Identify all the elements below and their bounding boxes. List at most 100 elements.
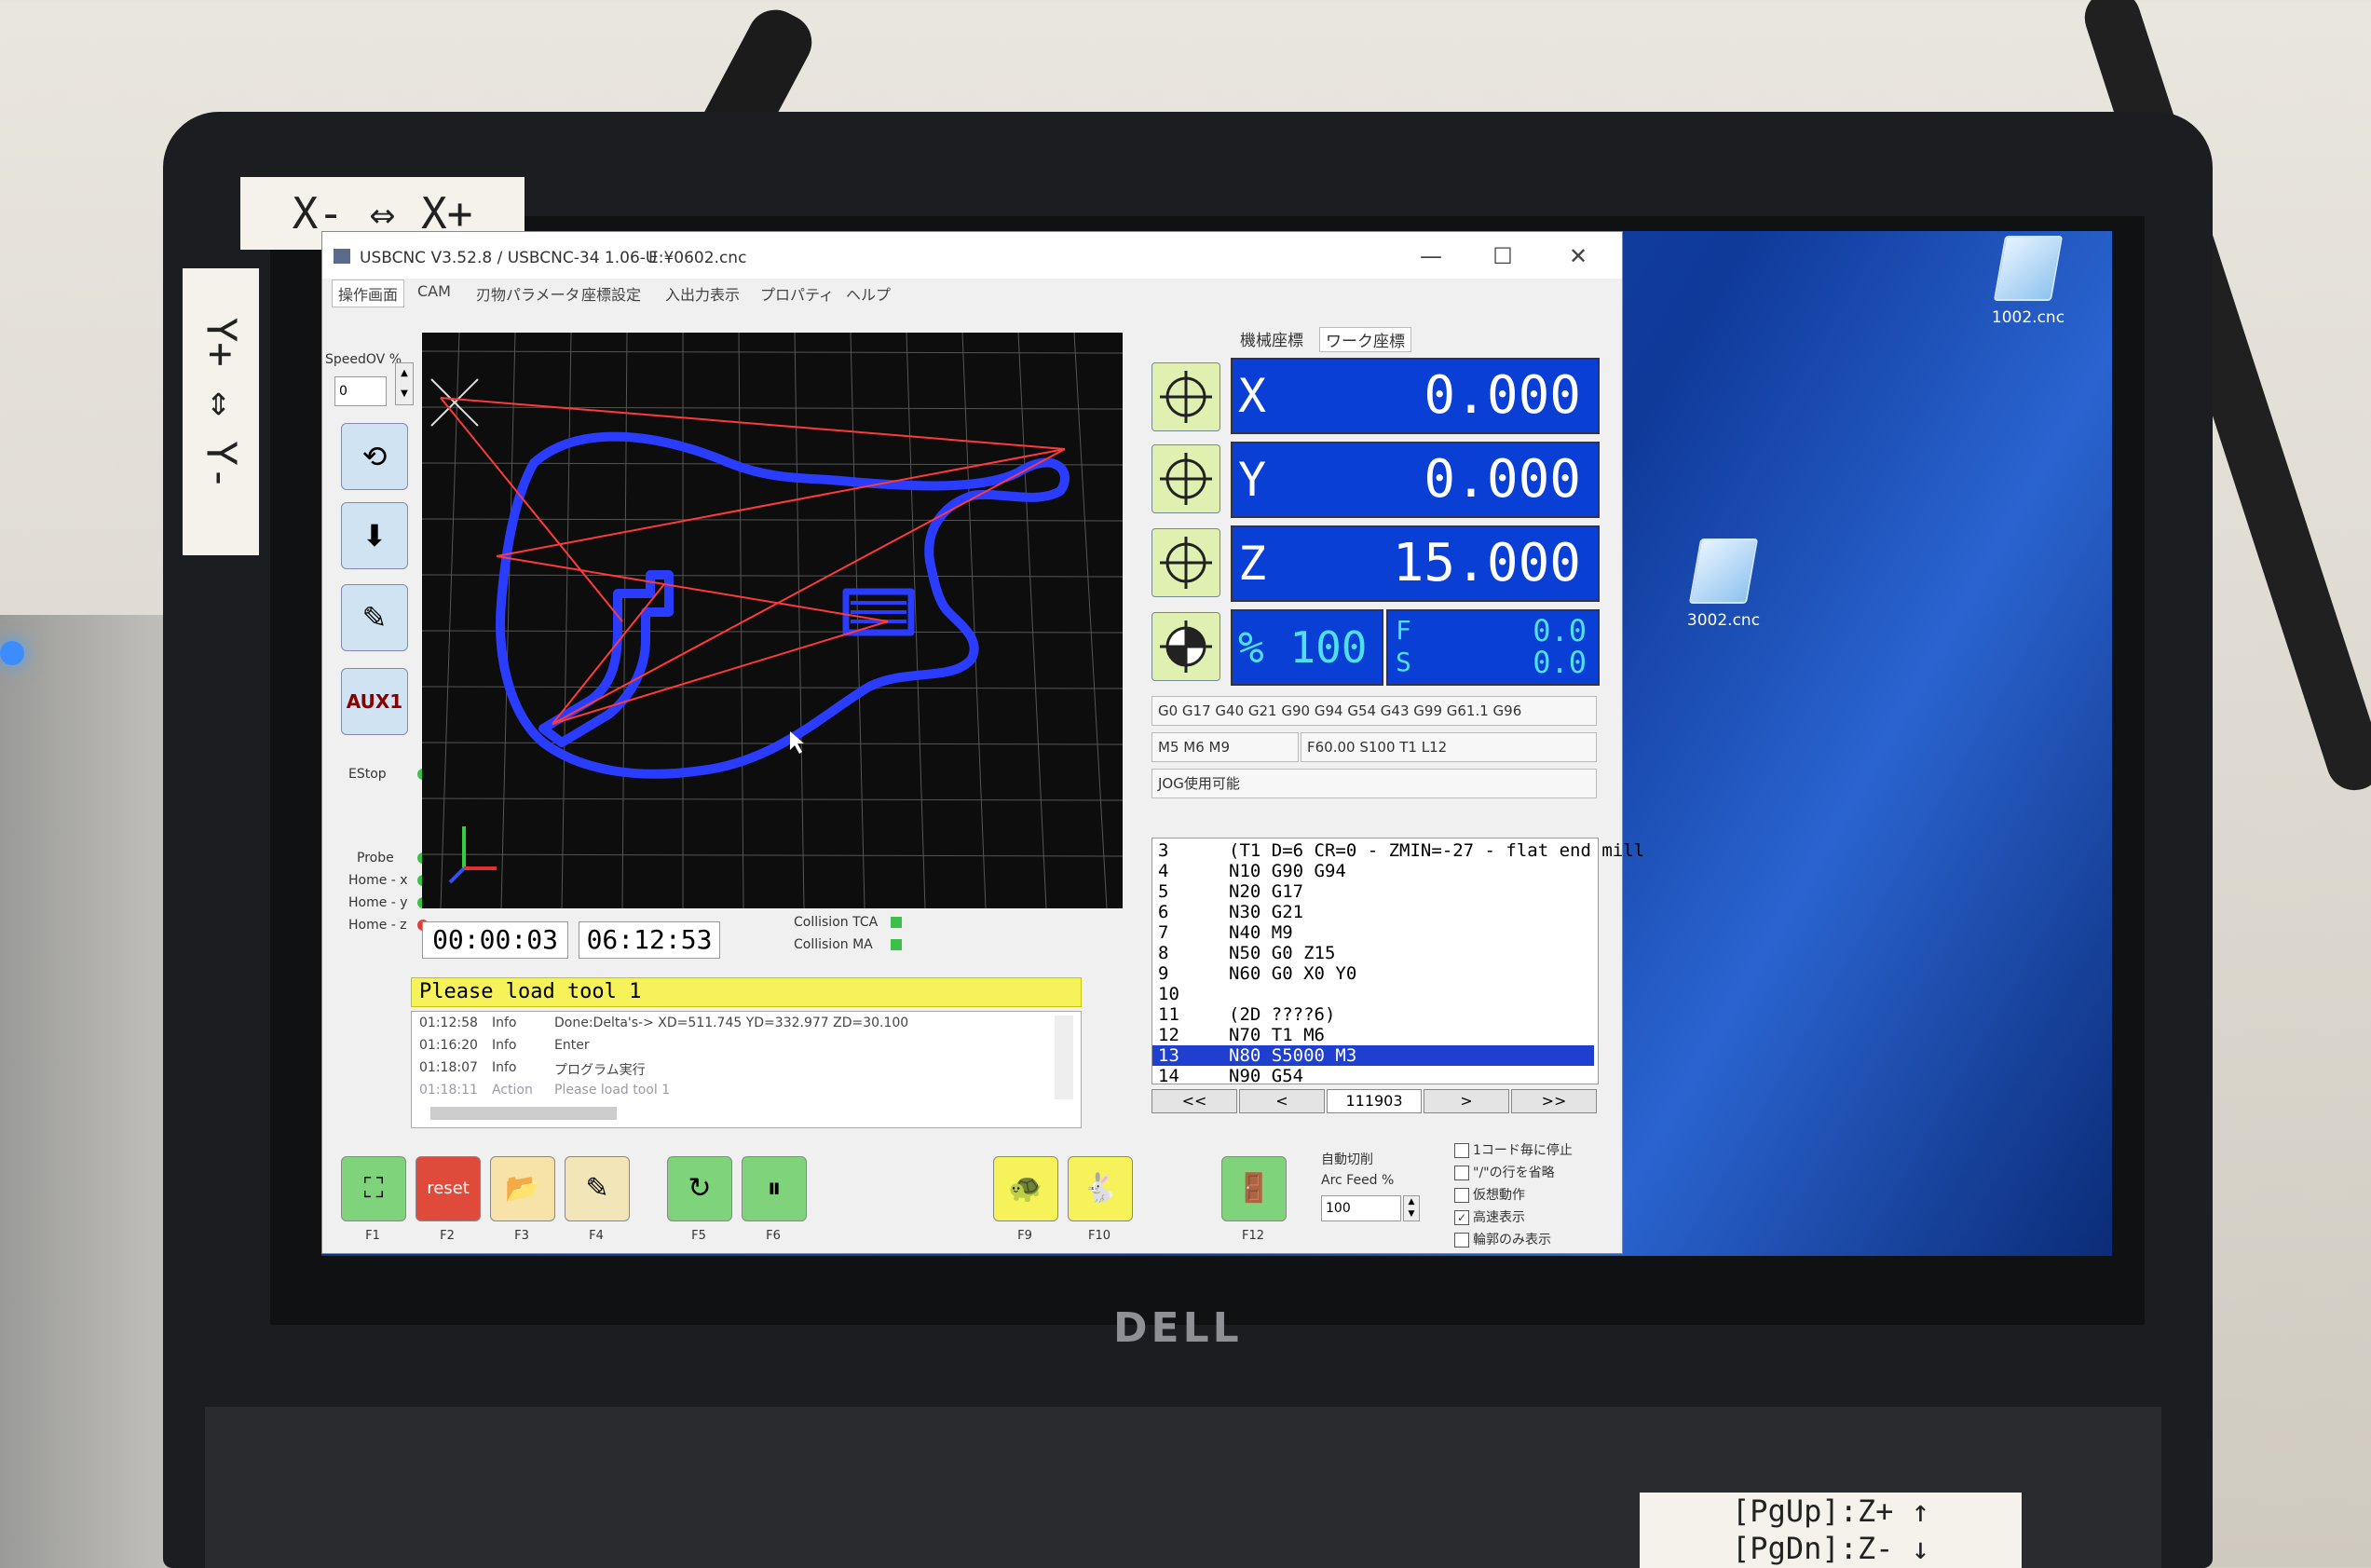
gcode-line[interactable]: 11 (2D ????6) — [1152, 1004, 1594, 1025]
checkbox-box[interactable] — [1454, 1143, 1469, 1158]
maximize-button[interactable]: ☐ — [1475, 238, 1531, 275]
checkbox-outline-only[interactable]: 輪郭のみ表示 — [1454, 1230, 1551, 1248]
gcode-line-number: 8 — [1158, 943, 1169, 963]
coolant-m7-button[interactable]: ✎ — [341, 584, 408, 651]
pgup-label: [PgUp]:Z+ ↑ — [1732, 1493, 1929, 1529]
desktop-icon-1002[interactable]: 1002.cnc — [1963, 236, 2093, 327]
gcode-listing[interactable]: 3 (T1 D=6 CR=0 - ZMIN=-27 - flat end mill… — [1151, 838, 1644, 1086]
zero-y-button[interactable] — [1151, 444, 1220, 513]
gcode-line[interactable]: 8 N50 G0 Z15 — [1152, 943, 1594, 963]
f10-label: F10 — [1087, 1229, 1111, 1243]
checkbox-label: 1コード毎に停止 — [1473, 1143, 1573, 1158]
log-level: Info — [492, 1016, 517, 1030]
log-time: 01:18:07 — [419, 1060, 478, 1075]
gcode-line[interactable]: 14 N90 G54 — [1152, 1066, 1594, 1086]
checkbox-skip-slash[interactable]: "/"の行を省略 — [1454, 1163, 1555, 1181]
toolpath-view[interactable] — [421, 332, 1124, 909]
minimize-button[interactable]: — — [1403, 238, 1459, 275]
dro-y-label: Y — [1238, 453, 1267, 507]
tab-work-coords[interactable]: ワーク座標 — [1319, 327, 1411, 352]
dro-y: Y 0.000 — [1231, 442, 1600, 518]
estop-label: EStop — [348, 767, 387, 782]
checkbox-box[interactable] — [1454, 1188, 1469, 1203]
tab-io-display[interactable]: 入出力表示 — [665, 282, 740, 305]
home-x-label: Home - x — [348, 873, 408, 888]
checkbox-box[interactable] — [1454, 1166, 1469, 1180]
gcode-line-text: N40 M9 — [1229, 922, 1293, 943]
f12-exit-button[interactable]: 🚪 — [1221, 1156, 1287, 1221]
gcode-line[interactable]: 10 — [1152, 984, 1594, 1004]
gcode-line-selected[interactable]: 13 N80 S5000 M3 — [1152, 1045, 1594, 1066]
arc-feed-input[interactable]: 100 — [1321, 1195, 1401, 1221]
arc-feed-spinner[interactable]: ▲ ▼ — [1403, 1195, 1420, 1221]
f2-reset-button[interactable]: reset — [416, 1156, 481, 1221]
gcode-line-text: N60 G0 X0 Y0 — [1229, 963, 1357, 984]
speedov-spinner[interactable]: ▲ ▼ — [395, 362, 414, 405]
nav-prev-button[interactable]: < — [1239, 1089, 1325, 1113]
checkbox-virtual-run[interactable]: 仮想動作 — [1454, 1185, 1525, 1204]
speedov-label: SpeedOV % — [325, 352, 402, 367]
origin-crosshair — [430, 378, 479, 427]
f3-label: F3 — [514, 1229, 529, 1243]
nav-line-number[interactable]: 111903 — [1327, 1089, 1422, 1113]
close-button[interactable]: ✕ — [1550, 238, 1606, 275]
f1-fullscreen-button[interactable]: ⛶ — [341, 1156, 406, 1221]
feed-override-value: % 100 — [1238, 622, 1368, 673]
desktop-icon-3002[interactable]: 3002.cnc — [1658, 539, 1789, 630]
f5-run-button[interactable]: ↻ — [667, 1156, 732, 1221]
gcode-line[interactable]: 6 N30 G21 — [1152, 902, 1594, 922]
nav-last-button[interactable]: >> — [1511, 1089, 1597, 1113]
log-message: Done:Delta's-> XD=511.745 YD=332.977 ZD=… — [554, 1016, 909, 1030]
f10-fast-button[interactable]: 🐇 — [1068, 1156, 1133, 1221]
gcode-line[interactable]: 3 (T1 D=6 CR=0 - ZMIN=-27 - flat end mill — [1152, 840, 1644, 861]
gcode-line[interactable]: 9 N60 G0 X0 Y0 — [1152, 963, 1594, 984]
gcode-line[interactable]: 4 N10 G90 G94 — [1152, 861, 1594, 881]
tab-machine-coords[interactable]: 機械座標 — [1240, 327, 1303, 350]
coolant-icon: ✎ — [361, 600, 388, 635]
collision-tca-indicator — [891, 917, 902, 928]
log-horizontal-scrollbar[interactable] — [430, 1107, 617, 1120]
log-time: 01:16:20 — [419, 1038, 478, 1053]
zero-x-button[interactable] — [1151, 362, 1220, 431]
tab-coord-settings[interactable]: 座標設定 — [581, 282, 641, 305]
zero-z-button[interactable] — [1151, 528, 1220, 597]
dro-x-value: 0.000 — [1424, 365, 1581, 426]
aux1-button[interactable]: AUX1 — [341, 668, 408, 735]
tab-tool-params[interactable]: 刃物パラメータ — [476, 282, 580, 305]
f6-pause-button[interactable]: ⏸ — [742, 1156, 807, 1221]
dro-x-label: X — [1238, 369, 1267, 423]
f6-label: F6 — [766, 1229, 781, 1243]
nav-first-button[interactable]: << — [1151, 1089, 1237, 1113]
checkbox-box[interactable] — [1454, 1233, 1469, 1248]
spindle-home-button[interactable]: ⟲ — [341, 423, 408, 490]
gcode-line[interactable]: 5 N20 G17 — [1152, 881, 1594, 902]
gcode-line[interactable]: 7 N40 M9 — [1152, 922, 1594, 943]
speedov-input[interactable]: 0 — [334, 376, 387, 406]
tool-measure-button[interactable]: ⬇ — [341, 502, 408, 569]
checkbox-fast-display[interactable]: ✓ 高速表示 — [1454, 1207, 1525, 1226]
f4-label: F4 — [589, 1229, 604, 1243]
checkbox-box-checked[interactable]: ✓ — [1454, 1210, 1469, 1225]
log-vertical-scrollbar[interactable] — [1055, 1016, 1073, 1099]
toolpath-canvas — [421, 332, 1124, 909]
f1-label: F1 — [365, 1229, 380, 1243]
title-bar[interactable]: USBCNC V3.52.8 / USBCNC-34 1.06-U E:¥060… — [322, 232, 1622, 279]
f9-slow-button[interactable]: 🐢 — [993, 1156, 1058, 1221]
checkbox-stop-each-code[interactable]: 1コード毎に停止 — [1454, 1140, 1573, 1159]
nav-next-button[interactable]: > — [1424, 1089, 1509, 1113]
f4-edit-button[interactable]: ✎ — [565, 1156, 630, 1221]
zero-all-button[interactable] — [1151, 612, 1220, 681]
collision-tca-label: Collision TCA — [794, 915, 879, 930]
log-message: プログラム実行 — [554, 1063, 646, 1078]
window-file-path: E:¥0602.cnc — [648, 249, 747, 267]
log-message: Enter — [554, 1038, 590, 1053]
f3-open-button[interactable]: 📂 — [490, 1156, 555, 1221]
toolpath-outline — [496, 431, 1070, 779]
log-level: Info — [492, 1060, 517, 1075]
tab-properties[interactable]: プロパティ — [760, 282, 834, 305]
desktop-icon-label: 1002.cnc — [1991, 308, 2065, 327]
gcode-line[interactable]: 12 N70 T1 M6 — [1152, 1025, 1594, 1045]
folder-icon: 📂 — [505, 1172, 540, 1205]
tab-help[interactable]: ヘルプ — [846, 282, 891, 305]
f-value: 0.0 — [1533, 613, 1587, 648]
